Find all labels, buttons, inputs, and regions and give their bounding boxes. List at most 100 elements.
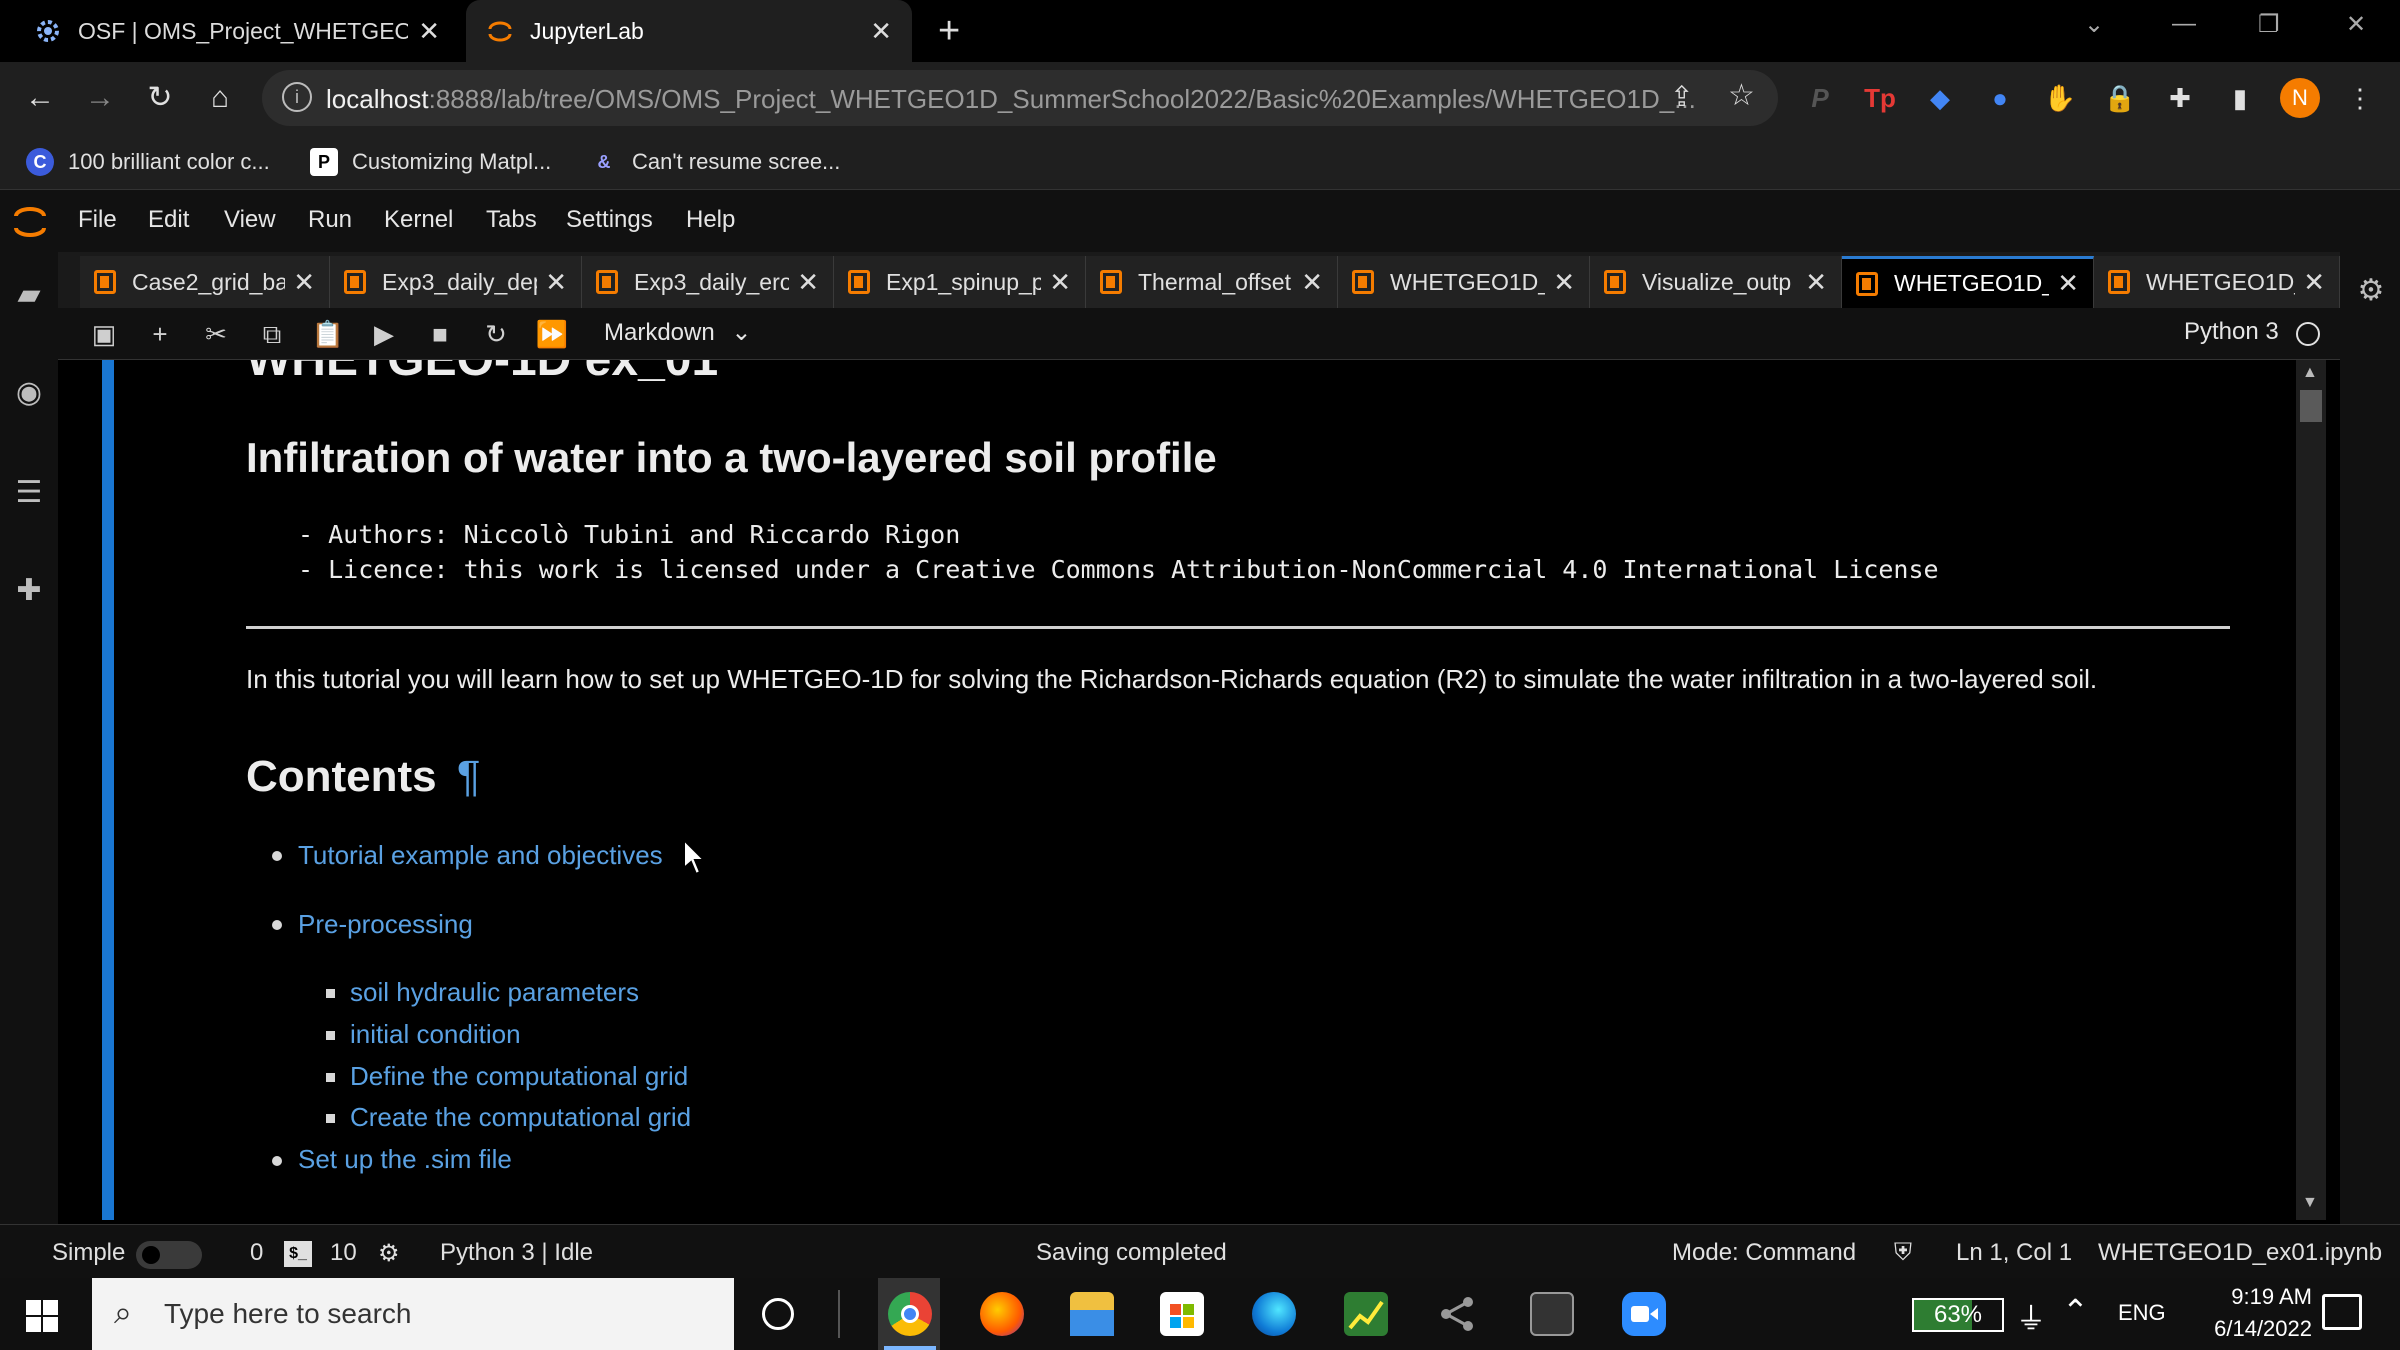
menu-run[interactable]: Run — [308, 206, 352, 234]
forward-arrow-icon[interactable]: → — [82, 80, 118, 116]
clock-time[interactable]: 9:19 AM — [2196, 1284, 2312, 1310]
browser-tab-jupyterlab[interactable]: JupyterLab ✕ — [466, 0, 912, 62]
language-indicator[interactable]: ENG — [2118, 1300, 2166, 1326]
home-icon[interactable]: ⌂ — [202, 80, 238, 116]
folder-icon[interactable]: ▰ — [10, 276, 48, 314]
close-icon[interactable]: ✕ — [418, 16, 440, 47]
toc-link[interactable]: soil hydraulic parameters — [350, 977, 639, 1008]
extensions-puzzle-icon[interactable]: ✚ — [2162, 80, 2198, 116]
reload-icon[interactable]: ↻ — [142, 80, 178, 116]
menu-file[interactable]: File — [78, 206, 117, 234]
property-inspector-gear-icon[interactable]: ⚙ — [2352, 272, 2390, 310]
toc-link[interactable]: Create the computational grid — [350, 1102, 691, 1133]
tab-search-chevron-icon[interactable]: ⌄ — [2084, 10, 2104, 39]
close-icon[interactable]: ✕ — [2057, 268, 2079, 299]
trusted-shield-icon[interactable]: ⛨ — [1894, 1239, 1912, 1267]
menu-edit[interactable]: Edit — [148, 206, 189, 234]
share-network-icon[interactable] — [1436, 1292, 1480, 1336]
copy-icon[interactable]: ⧉ — [254, 316, 290, 352]
share-icon[interactable]: ⇪ — [1670, 80, 1693, 113]
bookmark-star-icon[interactable]: ☆ — [1728, 78, 1755, 113]
browser-tab-osf[interactable]: OSF | OMS_Project_WHETGEO1D ✕ — [14, 0, 460, 62]
tab-whetgeo1d-c[interactable]: WHETGEO1D_ ✕ — [2094, 256, 2340, 308]
zoom-icon[interactable] — [1622, 1292, 1666, 1336]
table-of-contents-icon[interactable]: ☰ — [10, 474, 48, 512]
tab-visualize-output[interactable]: Visualize_outp ✕ — [1590, 256, 1842, 308]
bookmark-item[interactable]: & Can't resume scree... — [590, 144, 841, 180]
paste-icon[interactable]: 📋 — [310, 316, 346, 352]
profile-avatar[interactable]: N — [2280, 78, 2320, 118]
address-bar[interactable]: i localhost:8888/lab/tree/OMS/OMS_Projec… — [262, 70, 1778, 126]
cursor-position[interactable]: Ln 1, Col 1 — [1956, 1239, 2072, 1267]
add-cell-icon[interactable]: + — [142, 316, 178, 352]
menu-help[interactable]: Help — [686, 206, 735, 234]
extension-lock-icon[interactable]: 🔒 — [2102, 80, 2138, 116]
toc-link[interactable]: initial condition — [350, 1019, 521, 1050]
toc-link[interactable]: Set up the .sim file — [298, 1144, 512, 1175]
close-icon[interactable]: ✕ — [1301, 267, 1323, 298]
tab-exp3-daily-ero[interactable]: Exp3_daily_ero ✕ — [582, 256, 834, 308]
save-icon[interactable]: ▣ — [86, 316, 122, 352]
tab-thermal-offset[interactable]: Thermal_offset ✕ — [1086, 256, 1338, 308]
battery-indicator[interactable]: 63% — [1912, 1298, 2004, 1332]
tab-exp1-spinup[interactable]: Exp1_spinup_p ✕ — [834, 256, 1086, 308]
chevron-up-icon[interactable]: ⌃ — [2062, 1292, 2089, 1330]
simple-mode-toggle[interactable] — [136, 1241, 202, 1269]
restore-button[interactable]: ❐ — [2258, 10, 2280, 39]
scroll-down-icon[interactable]: ▼ — [2302, 1194, 2318, 1212]
close-icon[interactable]: ✕ — [1049, 267, 1071, 298]
menu-tabs[interactable]: Tabs — [486, 206, 537, 234]
chrome-icon[interactable] — [888, 1292, 932, 1336]
cut-icon[interactable]: ✂ — [198, 316, 234, 352]
minimize-button[interactable]: — — [2172, 10, 2196, 38]
windows-start-icon[interactable] — [26, 1300, 58, 1332]
new-tab-button[interactable]: + — [938, 10, 960, 53]
firefox-icon[interactable] — [980, 1292, 1024, 1336]
taskbar-search-box[interactable]: ⌕ Type here to search — [92, 1278, 734, 1350]
cortana-circle-icon[interactable] — [762, 1298, 794, 1330]
file-explorer-icon[interactable] — [1070, 1292, 1114, 1336]
extension-p-icon[interactable]: P — [1802, 80, 1838, 116]
kernel-gear-icon[interactable]: ⚙ — [378, 1239, 400, 1268]
close-icon[interactable]: ✕ — [870, 16, 892, 47]
anchor-link[interactable]: ¶ — [457, 752, 481, 801]
close-icon[interactable]: ✕ — [1805, 267, 1827, 298]
edge-icon[interactable] — [1252, 1292, 1296, 1336]
scroll-up-icon[interactable]: ▲ — [2302, 364, 2318, 382]
restart-icon[interactable]: ↻ — [478, 316, 514, 352]
terminal-icon[interactable]: $_ — [284, 1241, 312, 1267]
toc-link[interactable]: Tutorial example and objectives — [298, 840, 663, 871]
toc-link[interactable]: Pre-processing — [298, 909, 473, 940]
menu-view[interactable]: View — [224, 206, 276, 234]
tab-whetgeo1d-a[interactable]: WHETGEO1D_ ✕ — [1338, 256, 1590, 308]
close-icon[interactable]: ✕ — [1553, 267, 1575, 298]
close-icon[interactable]: ✕ — [293, 267, 315, 298]
running-kernels-icon[interactable]: ◉ — [10, 374, 48, 412]
extension-hand-icon[interactable]: ✋ — [2042, 80, 2078, 116]
back-arrow-icon[interactable]: ← — [22, 80, 58, 116]
close-icon[interactable]: ✕ — [797, 267, 819, 298]
kernel-status[interactable]: Python 3 | Idle — [440, 1239, 593, 1267]
toc-link[interactable]: Define the computational grid — [350, 1061, 688, 1092]
side-panel-icon[interactable]: ▮ — [2222, 80, 2258, 116]
stop-icon[interactable]: ■ — [422, 316, 458, 352]
clock-date[interactable]: 6/14/2022 — [2186, 1316, 2312, 1342]
scrollbar-thumb[interactable] — [2300, 390, 2322, 422]
tab-exp3-daily-dep[interactable]: Exp3_daily_dep ✕ — [330, 256, 582, 308]
cell-type-select[interactable]: Markdown ⌄ — [604, 318, 752, 347]
close-icon[interactable]: ✕ — [545, 267, 567, 298]
terminal-app-icon[interactable] — [1530, 1292, 1574, 1336]
bookmark-item[interactable]: C 100 brilliant color c... — [26, 144, 270, 180]
window-close-button[interactable]: ✕ — [2346, 10, 2366, 39]
extension-tp-icon[interactable]: Tp — [1862, 80, 1898, 116]
tab-whetgeo1d-active[interactable]: WHETGEO1D_ ✕ — [1842, 256, 2094, 308]
kernel-name[interactable]: Python 3 — [2184, 318, 2279, 346]
more-menu-icon[interactable]: ⋮ — [2342, 80, 2378, 116]
bookmark-item[interactable]: P Customizing Matpl... — [310, 144, 551, 180]
menu-kernel[interactable]: Kernel — [384, 206, 453, 234]
tab-case2-grid[interactable]: Case2_grid_ba ✕ — [80, 256, 330, 308]
run-icon[interactable]: ▶ — [366, 316, 402, 352]
extensions-puzzle-icon[interactable]: ✚ — [10, 572, 48, 610]
restart-run-all-icon[interactable]: ⏩ — [534, 316, 570, 352]
extension-diamond-icon[interactable]: ◆ — [1922, 80, 1958, 116]
